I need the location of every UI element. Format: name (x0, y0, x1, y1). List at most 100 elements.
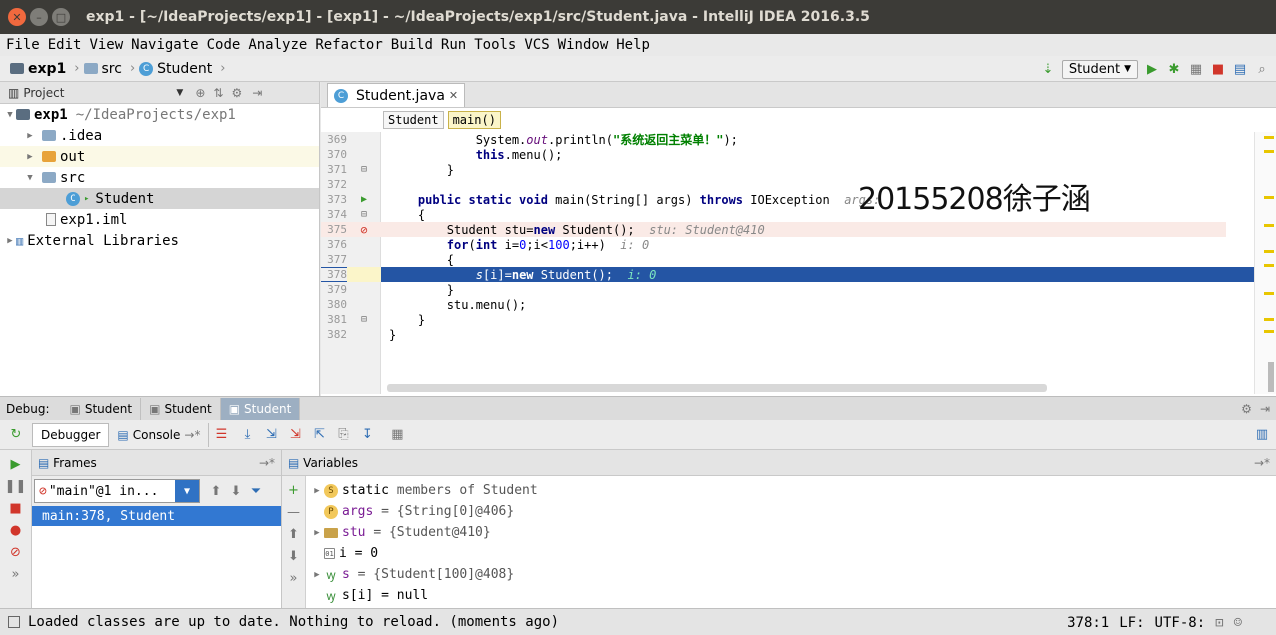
close-icon[interactable]: ✕ (449, 89, 458, 102)
evaluate-icon[interactable]: ▦ (389, 427, 405, 443)
menu-build[interactable]: Build (391, 37, 433, 53)
pin-icon[interactable]: →* (259, 456, 275, 470)
breadcrumb-class[interactable]: Student (383, 111, 444, 129)
fold-icon[interactable]: ⊟ (347, 164, 381, 175)
remove-watch-icon[interactable]: — (286, 504, 302, 520)
project-structure-icon[interactable]: ▤ (1232, 61, 1248, 77)
new-watch-icon[interactable]: + (286, 482, 302, 498)
build-icon[interactable]: ⇣ (1040, 61, 1056, 77)
hide-icon[interactable]: ⇥ (1260, 402, 1270, 416)
previous-frame-icon[interactable]: ⬆ (208, 483, 224, 499)
resume-icon[interactable]: ▶ (8, 456, 24, 472)
move-down-icon[interactable]: ⬇ (286, 548, 302, 564)
rerun-icon[interactable]: ↻ (8, 427, 24, 443)
tree-item-out[interactable]: ▶ out (0, 146, 319, 167)
expanded-arrow-icon[interactable]: ▼ (4, 110, 16, 120)
drop-frame-icon[interactable]: ⎘ (335, 427, 351, 443)
show-execution-point-icon[interactable]: ☰ (213, 427, 229, 443)
file-encoding[interactable]: UTF-8: (1155, 615, 1206, 631)
frame-row-selected[interactable]: main:378, Student (32, 506, 281, 526)
force-step-into-icon[interactable]: ⇲ (287, 427, 303, 443)
variable-row[interactable]: P args = {String[0]@406} (310, 501, 538, 522)
menu-navigate[interactable]: Navigate (131, 37, 198, 53)
menu-window[interactable]: Window (558, 37, 609, 53)
debug-session-tab-2[interactable]: ▣ Student (141, 397, 221, 420)
run-icon[interactable]: ▶ (1144, 61, 1160, 77)
stop-icon[interactable]: ■ (8, 500, 24, 516)
minimize-window-icon[interactable]: – (30, 8, 48, 26)
tree-item-exp1-iml[interactable]: exp1.iml (0, 209, 319, 230)
crumb-src[interactable]: src (83, 61, 122, 77)
tool-windows-icon[interactable] (8, 616, 20, 628)
menu-analyze[interactable]: Analyze (248, 37, 307, 53)
tree-item-external-libraries[interactable]: ▶ ▥ External Libraries (0, 230, 319, 251)
menu-refactor[interactable]: Refactor (315, 37, 382, 53)
project-panel-title[interactable]: Project (23, 86, 64, 100)
search-icon[interactable]: ⌕ (1254, 61, 1270, 77)
cursor-position[interactable]: 378:1 (1067, 615, 1109, 631)
menu-run[interactable]: Run (441, 37, 466, 53)
inspector-icon[interactable]: ☺ (1234, 615, 1242, 631)
breakpoint-icon[interactable]: ⊘ (347, 223, 381, 237)
collapsed-arrow-icon[interactable]: ▶ (310, 528, 324, 538)
chevron-down-icon[interactable]: ▼ (176, 88, 183, 98)
debug-session-tab-1[interactable]: ▣ Student (62, 397, 142, 420)
variable-row[interactable]: 01 i = 0 (310, 543, 538, 564)
gear-icon[interactable]: ⚙ (1241, 402, 1252, 416)
fold-icon[interactable]: ⊟ (347, 209, 381, 220)
debug-session-tab-3[interactable]: ▣ Student (220, 397, 301, 420)
variable-row[interactable]: ꝡ s[i] = null (310, 585, 538, 606)
collapsed-arrow-icon[interactable]: ▶ (24, 152, 36, 162)
pause-icon[interactable]: ❚❚ (5, 478, 27, 494)
crumb-student[interactable]: C Student (139, 61, 212, 77)
pin-icon[interactable]: →* (1254, 456, 1270, 470)
debug-icon[interactable]: ✱ (1166, 61, 1182, 77)
expanded-arrow-icon[interactable]: ▼ (24, 173, 36, 183)
menu-code[interactable]: Code (207, 37, 241, 53)
menu-file[interactable]: File (6, 37, 40, 53)
hide-icon[interactable]: ⇥ (252, 86, 262, 100)
run-gutter-icon[interactable]: ▶ (347, 194, 381, 205)
crumb-project[interactable]: exp1 (10, 61, 66, 77)
filter-icon[interactable]: ⏷ (248, 483, 264, 499)
run-config-select[interactable]: Student ▼ (1061, 59, 1138, 79)
mute-breakpoints-icon[interactable]: ⊘ (8, 544, 24, 560)
view-breakpoints-icon[interactable]: ● (8, 522, 24, 538)
menu-edit[interactable]: Edit (48, 37, 82, 53)
coverage-icon[interactable]: ▦ (1188, 61, 1204, 77)
gear-icon[interactable]: ⚙ (231, 86, 242, 100)
close-window-icon[interactable]: ✕ (8, 8, 26, 26)
menu-help[interactable]: Help (616, 37, 650, 53)
step-into-icon[interactable]: ⇲ (263, 427, 279, 443)
thread-select[interactable]: ⊘ "main"@1 in... ▼ (34, 479, 200, 503)
variable-row[interactable]: ▶ stu = {Student@410} (310, 522, 538, 543)
collapsed-arrow-icon[interactable]: ▶ (310, 570, 324, 580)
locate-icon[interactable]: ⊕ (195, 86, 205, 100)
variable-row[interactable]: ▶ ꝡ s = {Student[100]@408} (310, 564, 538, 585)
more-icon[interactable]: » (286, 570, 302, 586)
move-up-icon[interactable]: ⬆ (286, 526, 302, 542)
tree-item-exp1[interactable]: ▼ exp1 ~/IdeaProjects/exp1 (0, 104, 319, 125)
lock-icon[interactable]: ⊡ (1215, 615, 1223, 631)
menu-view[interactable]: View (89, 37, 123, 53)
step-over-icon[interactable]: ⤓ (239, 427, 255, 443)
horizontal-scrollbar[interactable] (387, 384, 1047, 392)
tree-item-student[interactable]: C ▸ Student (0, 188, 319, 209)
tab-console[interactable]: ▤ Console →* (109, 422, 210, 447)
fold-icon[interactable]: ⊟ (347, 314, 381, 325)
variable-row[interactable]: ▶ S static members of Student (310, 480, 537, 501)
tab-student-java[interactable]: C Student.java ✕ (327, 83, 466, 107)
maximize-window-icon[interactable]: □ (52, 8, 70, 26)
run-to-cursor-icon[interactable]: ↧ (359, 427, 375, 443)
tree-item-idea[interactable]: ▶ .idea (0, 125, 319, 146)
more-icon[interactable]: » (8, 566, 24, 582)
next-frame-icon[interactable]: ⬇ (228, 483, 244, 499)
breadcrumb-method[interactable]: main() (447, 111, 501, 129)
menu-tools[interactable]: Tools (474, 37, 516, 53)
step-out-icon[interactable]: ⇱ (311, 427, 327, 443)
collapsed-arrow-icon[interactable]: ▶ (24, 131, 36, 141)
line-separator[interactable]: LF: (1119, 615, 1144, 631)
collapsed-arrow-icon[interactable]: ▶ (4, 236, 16, 246)
menu-vcs[interactable]: VCS (524, 37, 549, 53)
tab-debugger[interactable]: Debugger (32, 422, 110, 447)
